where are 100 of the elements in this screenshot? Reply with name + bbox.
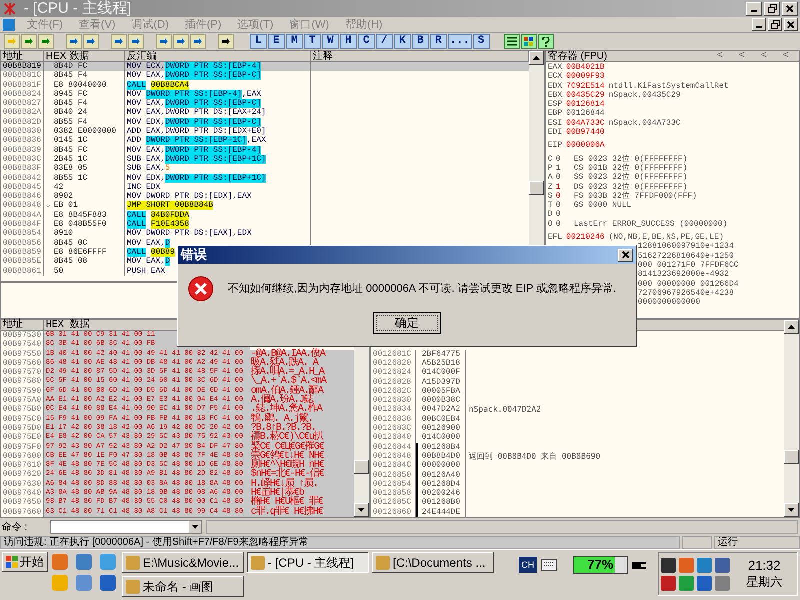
register-value[interactable]: 00126844	[566, 109, 605, 119]
minimize-button[interactable]	[752, 18, 766, 31]
scrollbar[interactable]	[784, 320, 799, 517]
flag-bit[interactable]: 1	[556, 182, 574, 192]
window-toolbar-button[interactable]: C	[358, 34, 375, 49]
flag-name: A	[548, 173, 554, 183]
flag-name: P	[548, 164, 554, 174]
window-toolbar-button[interactable]: M	[286, 34, 303, 49]
flag-bit[interactable]: 0	[556, 173, 574, 183]
taskbar-button[interactable]: - [CPU - 主线程]	[247, 552, 369, 573]
register-value[interactable]: 00435C29	[566, 90, 605, 100]
address-cell: 00B8B824	[1, 90, 44, 100]
code-row[interactable]: 00B8B842 8B55 1C MOV EDX,DWORD PTR SS:[EBP+1C]	[1, 174, 529, 183]
value-cell: 00B8B4D0	[416, 452, 466, 462]
scroll-up-button[interactable]	[529, 51, 544, 65]
input-method-indicator[interactable]: CH	[519, 557, 537, 573]
list-icon[interactable]	[504, 34, 520, 49]
address-cell: 00126828	[371, 378, 416, 387]
code-row[interactable]: 00B8B84F E8 048B55F0 CALL F10E4358	[1, 220, 529, 230]
restore-button[interactable]	[764, 2, 780, 16]
scroll-down-button[interactable]	[784, 503, 799, 517]
window-toolbar-button[interactable]: T	[304, 34, 321, 49]
segment-info: DS 0023 32位 0(FFFFFFFF)	[574, 182, 688, 192]
address-cell: 00126844	[371, 442, 416, 452]
restore-button[interactable]	[768, 18, 782, 31]
close-button[interactable]	[784, 18, 798, 31]
code-row[interactable]: 00B8B824 8945 FC MOV DWORD PTR SS:[EBP-4],EAX	[1, 90, 529, 100]
scroll-up-button[interactable]	[784, 320, 799, 334]
code-row[interactable]: 00B8B839 8B45 FC MOV EAX,DWORD PTR SS:[EBP-4]	[1, 146, 529, 155]
address-cell: 00B8B854	[1, 229, 44, 239]
register-value[interactable]: 00009F93	[566, 72, 605, 82]
flag-bit[interactable]: 0	[556, 201, 574, 210]
window-toolbar-button[interactable]: S	[472, 34, 490, 49]
ascii-cell: -@A.B@A.IAA.偾A	[250, 350, 354, 359]
up-arrow-icon	[533, 56, 540, 60]
window-toolbar-button[interactable]: K	[394, 34, 411, 49]
scroll-thumb[interactable]	[529, 181, 544, 195]
taskbar-button[interactable]: 未命名 - 画图	[122, 576, 244, 597]
window-toolbar-button[interactable]: /	[376, 34, 393, 49]
close-button[interactable]	[782, 2, 798, 16]
start-button[interactable]: 开始	[2, 552, 48, 572]
keyboard-icon[interactable]	[541, 559, 557, 571]
flag-bit[interactable]: 1	[556, 164, 574, 174]
window-toolbar-button[interactable]: L	[250, 34, 267, 49]
pane-nav-arrow[interactable]: <	[753, 50, 775, 62]
clock-time[interactable]: 21:32	[748, 557, 781, 574]
value-cell: 00126A40	[416, 470, 466, 480]
address-cell: 00126860	[371, 508, 416, 517]
ascii-cell: 鵯.鹠. A.j鬣.	[250, 414, 354, 424]
window-toolbar-button[interactable]: R	[430, 34, 447, 49]
scroll-down-button[interactable]	[354, 503, 369, 517]
code-row[interactable]: 00B8B854 8910 MOV DWORD PTR DS:[EAX],EDX	[1, 229, 529, 239]
flag-bit[interactable]: 0	[556, 154, 574, 164]
address-cell: 00B8B82D	[1, 118, 44, 128]
address-cell: 00B8B848	[1, 201, 44, 211]
register-value[interactable]: 0000006A	[566, 141, 605, 151]
register-value[interactable]: 00B97440	[566, 128, 605, 138]
code-row[interactable]: 00B8B81C 8B45 F4 MOV EAX,DWORD PTR SS:[EBP-C]	[1, 71, 529, 81]
address-cell: 0012681C	[371, 350, 416, 359]
window-toolbar-button[interactable]: W	[322, 34, 339, 49]
scroll-thumb[interactable]	[354, 460, 369, 474]
register-value[interactable]: 00210246	[566, 233, 605, 242]
hex-cell: 8B45 F4	[54, 71, 88, 81]
pane-nav-arrow[interactable]: <	[775, 50, 797, 62]
minimize-button[interactable]	[746, 2, 762, 16]
flag-bit[interactable]: 0	[556, 210, 574, 220]
register-value[interactable]: 00B4021B	[566, 63, 605, 72]
command-field[interactable]	[206, 520, 798, 534]
flag-bit[interactable]: 0	[556, 220, 574, 230]
address-cell: 0012683C	[371, 424, 416, 434]
flag-bit[interactable]: 0	[556, 192, 574, 202]
taskbar-button[interactable]: [C:\Documents ...	[372, 552, 494, 573]
register-value[interactable]: 7C92E514	[566, 82, 605, 91]
code-row[interactable]: 00B8B836 0145 1C ADD DWORD PTR SS:[EBP+1C],EAX	[1, 136, 529, 146]
code-row[interactable]: 00B8B845 42 INC EDX	[1, 182, 529, 192]
close-button[interactable]	[618, 248, 633, 262]
instruction-cell: CALL F10E4358	[125, 220, 311, 230]
code-row[interactable]: 00B8B83C 2B45 1C SUB EAX,DWORD PTR SS:[EBP+1C]	[1, 154, 529, 164]
dropdown-button[interactable]	[189, 521, 201, 533]
scroll-thumb[interactable]	[784, 450, 799, 464]
code-row[interactable]: 00B8B819 8B4D FC MOV ECX,DWORD PTR SS:[EBP-4]	[1, 62, 529, 72]
taskbar-button[interactable]: E:\Music&Movie...	[122, 552, 244, 573]
ok-button[interactable]: 确定	[373, 312, 441, 334]
clock-day[interactable]: 星期六	[746, 574, 782, 591]
window-toolbar-button[interactable]: ...	[448, 34, 472, 49]
instruction-cell: JMP SHORT 00B8B84B	[125, 201, 311, 211]
help-icon[interactable]	[538, 34, 554, 49]
command-input[interactable]	[50, 520, 202, 534]
register-value[interactable]: 004A733C	[566, 118, 605, 128]
bug-icon	[2, 2, 18, 16]
code-row[interactable]: 00B8B848 ⌄ EB 01 JMP SHORT 00B8B84B	[1, 201, 529, 211]
grid-icon[interactable]	[520, 34, 537, 49]
register-value[interactable]: 00126814	[566, 100, 605, 110]
code-row[interactable]: 00B8B827 8B45 F4 MOV EAX,DWORD PTR SS:[EBP-C]	[1, 99, 529, 108]
code-row[interactable]: 00B8B82D 8B55 F4 MOV EDX,DWORD PTR SS:[EBP-C]	[1, 118, 529, 128]
pane-nav-arrow[interactable]: <	[709, 50, 731, 62]
window-toolbar-button[interactable]: H	[340, 34, 357, 49]
window-toolbar-button[interactable]: E	[268, 34, 285, 49]
pane-nav-arrow[interactable]: <	[731, 50, 753, 62]
window-toolbar-button[interactable]: B	[412, 34, 429, 49]
